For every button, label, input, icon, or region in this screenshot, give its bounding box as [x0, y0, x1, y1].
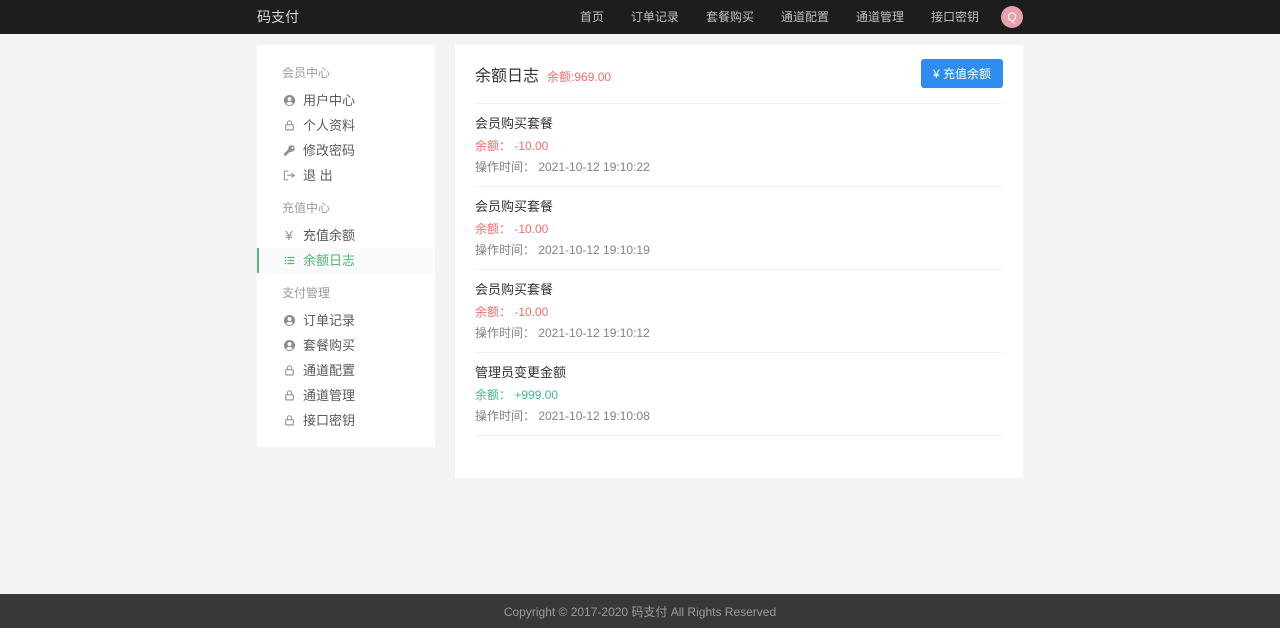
entry-amount: 余额： +999.00	[475, 388, 1003, 402]
user-circle-icon	[282, 339, 296, 353]
nav-links: 首页 订单记录 套餐购买 通道配置 通道管理 接口密钥	[553, 8, 979, 26]
sidebar: 会员中心用户中心个人资料修改密码退 出充值中心 ¥ 充值余额余额日志支付管理订单记录…	[257, 45, 435, 447]
sidebar-item-api-key[interactable]: 接口密钥	[257, 408, 435, 433]
list-icon	[282, 254, 296, 268]
sidebar-section-title: 支付管理	[257, 273, 435, 308]
sidebar-section-title: 充值中心	[257, 188, 435, 223]
sidebar-section-title: 会员中心	[257, 53, 435, 88]
lock-icon	[282, 364, 296, 378]
key-icon	[282, 144, 296, 158]
sidebar-item-recharge-balance[interactable]: ¥ 充值余额	[257, 223, 435, 248]
sidebar-item-user-center[interactable]: 用户中心	[257, 88, 435, 113]
sidebar-item-profile[interactable]: 个人资料	[257, 113, 435, 138]
user-avatar[interactable]: Q	[1001, 6, 1023, 28]
sidebar-item-channel-management[interactable]: 通道管理	[257, 383, 435, 408]
entry-title: 会员购买套餐	[475, 282, 1003, 297]
balance-log-entry: 会员购买套餐余额： -10.00 操作时间： 2021-10-12 19:10:1…	[475, 187, 1003, 270]
sidebar-item-package-purchase[interactable]: 套餐购买	[257, 333, 435, 358]
sidebar-item-order-records[interactable]: 订单记录	[257, 308, 435, 333]
navbar-inner: 码支付 首页 订单记录 套餐购买 通道配置 通道管理 接口密钥 Q	[257, 6, 1023, 28]
page-container: 会员中心用户中心个人资料修改密码退 出充值中心¥充值余额余额日志支付管理订单记录…	[257, 45, 1023, 478]
lock-icon	[282, 119, 296, 133]
logout-icon	[282, 169, 296, 183]
footer: Copyright © 2017-2020 码支付 All Rights Res…	[0, 594, 1280, 628]
balance-log-entry: 会员购买套餐余额： -10.00 操作时间： 2021-10-12 19:10:1…	[475, 270, 1003, 353]
sidebar-item-label: 订单记录	[303, 313, 355, 328]
balance-log-entry: 会员购买套餐余额： -10.00 操作时间： 2021-10-12 19:10:2…	[475, 104, 1003, 187]
main-panel: 余额日志 余额:969.00 ¥ 充值余额 会员购买套餐余额： -10.00 操作…	[455, 45, 1023, 478]
nav-item-channel-management[interactable]: 通道管理	[856, 10, 904, 24]
sidebar-item-label: 用户中心	[303, 93, 355, 108]
brand-logo[interactable]: 码支付	[257, 7, 299, 27]
entry-amount: 余额： -10.00	[475, 305, 1003, 319]
user-circle-icon	[282, 94, 296, 108]
sidebar-item-label: 通道配置	[303, 363, 355, 378]
page-title-text: 余额日志	[475, 62, 539, 86]
balance-amount: 余额:969.00	[547, 68, 611, 85]
sidebar-item-label: 余额日志	[303, 253, 355, 268]
sidebar-item-label: 通道管理	[303, 388, 355, 403]
entry-time: 操作时间： 2021-10-12 19:10:08	[475, 409, 1003, 423]
entry-amount: 余额： -10.00	[475, 139, 1003, 153]
nav-item-package-purchase[interactable]: 套餐购买	[706, 10, 754, 24]
lock-icon	[282, 389, 296, 403]
main-header: 余额日志 余额:969.00 ¥ 充值余额	[475, 45, 1003, 104]
sidebar-item-label: 接口密钥	[303, 413, 355, 428]
page-title: 余额日志 余额:969.00	[475, 62, 611, 86]
top-navbar: 码支付 首页 订单记录 套餐购买 通道配置 通道管理 接口密钥 Q	[0, 0, 1280, 34]
nav-menu: 首页 订单记录 套餐购买 通道配置 通道管理 接口密钥 Q	[553, 6, 1023, 28]
entry-time: 操作时间： 2021-10-12 19:10:19	[475, 243, 1003, 257]
copyright-text: Copyright © 2017-2020 码支付 All Rights Res…	[504, 603, 776, 620]
entry-title: 管理员变更金额	[475, 365, 1003, 380]
lock-icon	[282, 414, 296, 428]
sidebar-item-balance-log[interactable]: 余额日志	[257, 248, 435, 273]
entry-title: 会员购买套餐	[475, 116, 1003, 131]
nav-item-home[interactable]: 首页	[580, 10, 604, 24]
sidebar-item-channel-config[interactable]: 通道配置	[257, 358, 435, 383]
entry-title: 会员购买套餐	[475, 199, 1003, 214]
entry-time: 操作时间： 2021-10-12 19:10:12	[475, 326, 1003, 340]
recharge-balance-button[interactable]: ¥ 充值余额	[921, 59, 1003, 88]
sidebar-item-label: 退 出	[303, 168, 333, 183]
content-area: 会员中心用户中心个人资料修改密码退 出充值中心¥充值余额余额日志支付管理订单记录…	[0, 34, 1280, 594]
sidebar-item-label: 修改密码	[303, 143, 355, 158]
sidebar-item-label: 个人资料	[303, 118, 355, 133]
yen-icon: ¥	[282, 229, 296, 243]
sidebar-item-label: 套餐购买	[303, 338, 355, 353]
balance-log-entry: 管理员变更金额余额： +999.00 操作时间： 2021-10-12 19:10…	[475, 353, 1003, 436]
user-circle-icon	[282, 314, 296, 328]
entry-time: 操作时间： 2021-10-12 19:10:22	[475, 160, 1003, 174]
entry-amount: 余额： -10.00	[475, 222, 1003, 236]
sidebar-item-logout[interactable]: 退 出	[257, 163, 435, 188]
nav-item-channel-config[interactable]: 通道配置	[781, 10, 829, 24]
nav-item-order-records[interactable]: 订单记录	[631, 10, 679, 24]
sidebar-item-label: 充值余额	[303, 228, 355, 243]
balance-log-list: 会员购买套餐余额： -10.00 操作时间： 2021-10-12 19:10:2…	[475, 104, 1003, 436]
sidebar-item-change-password[interactable]: 修改密码	[257, 138, 435, 163]
nav-item-api-key[interactable]: 接口密钥	[931, 10, 979, 24]
